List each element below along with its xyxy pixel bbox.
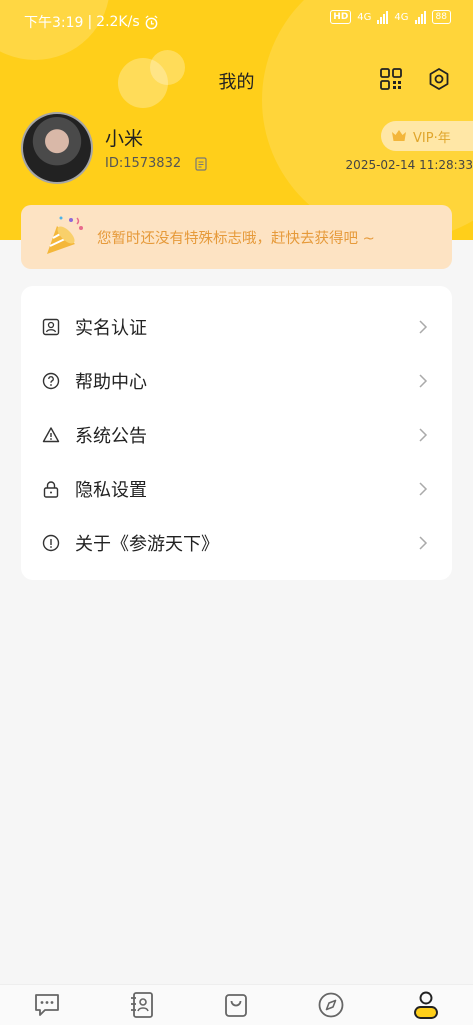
signal-icon xyxy=(377,10,389,24)
lock-icon xyxy=(43,481,59,498)
chevron-right-icon xyxy=(419,482,428,496)
party-popper-icon xyxy=(47,216,83,254)
hd-badge: HD xyxy=(330,10,352,24)
copy-icon[interactable] xyxy=(195,156,207,171)
info-icon xyxy=(42,534,60,552)
menu-item-label: 帮助中心 xyxy=(75,372,147,393)
message-icon xyxy=(35,994,60,1016)
tab-contacts[interactable] xyxy=(127,990,157,1020)
bottom-tab-bar xyxy=(0,984,473,1025)
chevron-right-icon xyxy=(419,428,428,442)
menu-item-help[interactable]: 帮助中心 xyxy=(21,354,452,408)
network-label: 4G xyxy=(357,11,372,23)
page-title: 我的 xyxy=(218,72,255,93)
help-icon xyxy=(42,372,60,390)
warning-icon xyxy=(42,427,60,443)
settings-menu: 实名认证 帮助中心 系统公告 隐私设置 关于《参游天下》 xyxy=(21,286,452,580)
menu-item-label: 系统公告 xyxy=(75,426,147,447)
badge-banner[interactable]: 您暂时还没有特殊标志哦，赶快去获得吧 ~ xyxy=(21,205,452,269)
username: 小米 xyxy=(105,128,144,150)
vip-label: VIP·年 xyxy=(413,130,451,146)
tab-messages[interactable] xyxy=(32,990,62,1020)
tab-profile[interactable] xyxy=(411,990,441,1020)
settings-gear-icon[interactable] xyxy=(427,67,451,91)
profile-icon xyxy=(413,991,438,1019)
crown-icon xyxy=(392,130,406,141)
user-id: ID:1573832 xyxy=(105,156,182,171)
banner-text: 您暂时还没有特殊标志哦，赶快去获得吧 ~ xyxy=(97,230,375,247)
menu-item-label: 关于《参游天下》 xyxy=(75,534,219,555)
menu-item-label: 实名认证 xyxy=(75,318,147,339)
contacts-icon xyxy=(130,992,153,1018)
chevron-right-icon xyxy=(419,320,428,334)
menu-item-real-name[interactable]: 实名认证 xyxy=(21,300,452,354)
tab-discover[interactable] xyxy=(316,990,346,1020)
menu-item-announcement[interactable]: 系统公告 xyxy=(21,408,452,462)
bag-icon xyxy=(225,994,248,1017)
network-label: 4G xyxy=(394,11,409,23)
menu-item-about[interactable]: 关于《参游天下》 xyxy=(21,516,452,570)
menu-item-privacy[interactable]: 隐私设置 xyxy=(21,462,452,516)
qr-code-icon[interactable] xyxy=(380,68,402,90)
chevron-right-icon xyxy=(419,374,428,388)
avatar[interactable] xyxy=(21,112,93,184)
signal-icon xyxy=(414,10,426,24)
status-bar: 下午3:19 | 2.2K/s HD 4G 4G 88 xyxy=(0,0,473,44)
tab-shop[interactable] xyxy=(221,990,251,1020)
status-speed: 2.2K/s xyxy=(96,14,140,30)
battery-icon: 88 xyxy=(431,10,451,24)
vip-badge[interactable]: VIP·年 xyxy=(381,121,473,151)
chevron-right-icon xyxy=(419,536,428,550)
id-card-icon xyxy=(42,318,60,336)
profile-header: 下午3:19 | 2.2K/s HD 4G 4G 88 我的 小米 ID:157… xyxy=(0,0,473,240)
status-time: 下午3:19 xyxy=(24,15,84,31)
compass-icon xyxy=(318,992,344,1018)
menu-item-label: 隐私设置 xyxy=(75,480,147,501)
user-id-row: ID:1573832 xyxy=(105,156,207,171)
alarm-icon xyxy=(145,14,158,29)
vip-expiry: 2025-02-14 11:28:33 xyxy=(345,158,473,172)
